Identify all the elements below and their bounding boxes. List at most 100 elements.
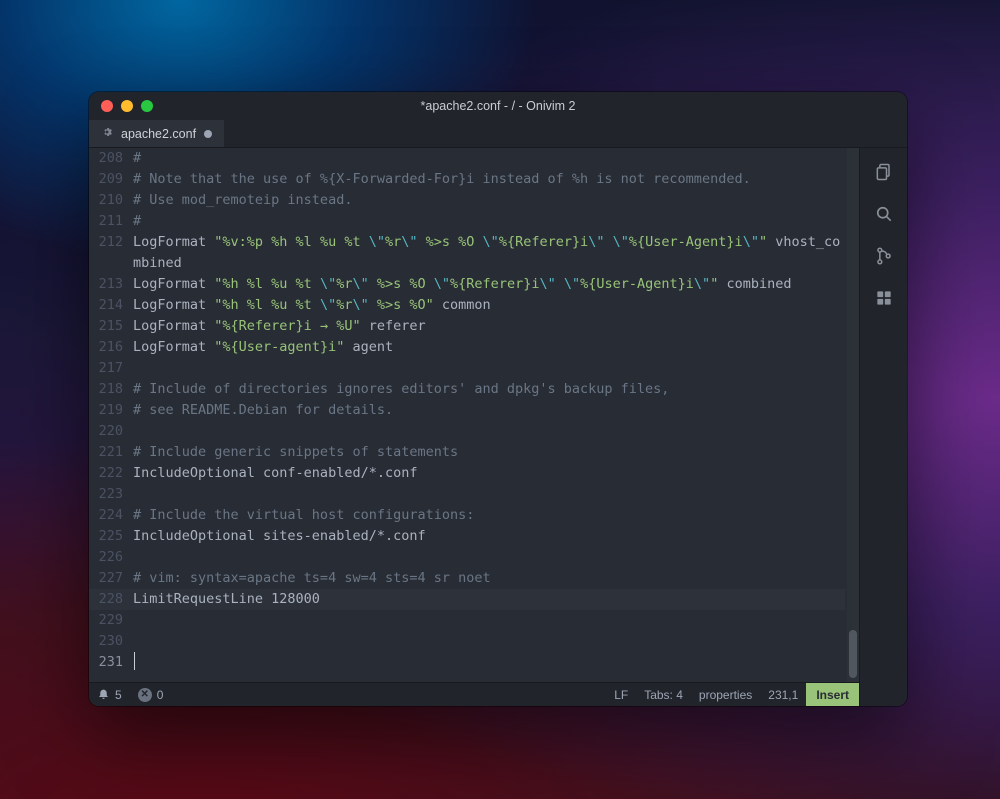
notification-count: 5 [115,688,122,702]
line-number: 227 [89,568,133,589]
line-number: 211 [89,211,133,232]
line-number: 215 [89,316,133,337]
code-line[interactable]: 227# vim: syntax=apache ts=4 sw=4 sts=4 … [89,568,845,589]
code-line[interactable]: 230 [89,631,845,652]
minimize-window-button[interactable] [121,100,133,112]
editor-pane: 208#209# Note that the use of %{X-Forwar… [89,148,859,706]
code-line[interactable]: 215LogFormat "%{Referer}i → %U" referer [89,316,845,337]
status-errors[interactable]: ✕ 0 [130,683,172,706]
code-line[interactable]: 218# Include of directories ignores edit… [89,379,845,400]
line-number: 230 [89,631,133,652]
extensions-icon[interactable] [874,288,894,308]
line-text: # Use mod_remoteip instead. [133,190,845,211]
gear-icon [101,126,113,141]
code-line[interactable]: 222IncludeOptional conf-enabled/*.conf [89,463,845,484]
code-line[interactable]: 209# Note that the use of %{X-Forwarded-… [89,169,845,190]
line-text: LimitRequestLine 128000 [133,589,845,610]
code-line[interactable]: 228LimitRequestLine 128000 [89,589,845,610]
code-line[interactable]: 212LogFormat "%v:%p %h %l %u %t \"%r\" %… [89,232,845,274]
scrollbar-thumb[interactable] [849,630,857,678]
error-count: 0 [157,688,164,702]
code-line[interactable]: 214LogFormat "%h %l %u %t \"%r\" %>s %O"… [89,295,845,316]
line-text [133,358,845,379]
line-text: LogFormat "%v:%p %h %l %u %t \"%r\" %>s … [133,232,845,274]
editor-window: *apache2.conf - / - Onivim 2 apache2.con… [89,92,907,706]
line-text [133,610,845,631]
scm-icon[interactable] [874,246,894,266]
line-text: LogFormat "%h %l %u %t \"%r\" %>s %O \"%… [133,274,845,295]
line-number: 229 [89,610,133,631]
bell-icon [97,688,110,701]
line-text: # Include generic snippets of statements [133,442,845,463]
editor-area[interactable]: 208#209# Note that the use of %{X-Forwar… [89,148,859,682]
status-tabs[interactable]: Tabs: 4 [636,683,691,706]
line-text: LogFormat "%{User-agent}i" agent [133,337,845,358]
window-body: 208#209# Note that the use of %{X-Forwar… [89,148,907,706]
line-number: 220 [89,421,133,442]
line-number: 224 [89,505,133,526]
line-text: # see README.Debian for details. [133,400,845,421]
line-number: 212 [89,232,133,253]
error-icon: ✕ [138,688,152,702]
tab-apache2-conf[interactable]: apache2.conf [89,120,224,147]
line-number: 219 [89,400,133,421]
line-number: 223 [89,484,133,505]
tab-dirty-dot-icon [204,130,212,138]
line-text: # Include the virtual host configuration… [133,505,845,526]
line-text: # Include of directories ignores editors… [133,379,845,400]
status-lang[interactable]: properties [691,683,760,706]
status-notifications[interactable]: 5 [89,683,130,706]
vertical-scrollbar[interactable] [847,148,859,682]
code-line[interactable]: 210# Use mod_remoteip instead. [89,190,845,211]
status-mode[interactable]: Insert [806,683,859,706]
line-number: 226 [89,547,133,568]
line-text: # Note that the use of %{X-Forwarded-For… [133,169,845,190]
traffic-lights [101,100,153,112]
line-text: # vim: syntax=apache ts=4 sw=4 sts=4 sr … [133,568,845,589]
search-icon[interactable] [874,204,894,224]
status-pos[interactable]: 231,1 [760,683,806,706]
code-line[interactable]: 223 [89,484,845,505]
code-line[interactable]: 226 [89,547,845,568]
line-text [133,652,845,673]
line-text: # [133,148,845,169]
code-line[interactable]: 216LogFormat "%{User-agent}i" agent [89,337,845,358]
code-line[interactable]: 225IncludeOptional sites-enabled/*.conf [89,526,845,547]
line-number: 218 [89,379,133,400]
line-text: LogFormat "%{Referer}i → %U" referer [133,316,845,337]
line-number: 231 [89,652,133,673]
zoom-window-button[interactable] [141,100,153,112]
line-number: 221 [89,442,133,463]
code-line[interactable]: 231 [89,652,845,673]
code-line[interactable]: 211# [89,211,845,232]
titlebar[interactable]: *apache2.conf - / - Onivim 2 [89,92,907,120]
code-line[interactable]: 224# Include the virtual host configurat… [89,505,845,526]
line-number: 222 [89,463,133,484]
code-line[interactable]: 213LogFormat "%h %l %u %t \"%r\" %>s %O … [89,274,845,295]
code-line[interactable]: 217 [89,358,845,379]
code-line[interactable]: 208# [89,148,845,169]
close-window-button[interactable] [101,100,113,112]
line-text: # [133,211,845,232]
window-title: *apache2.conf - / - Onivim 2 [89,99,907,113]
tab-filename: apache2.conf [121,127,196,141]
line-number: 214 [89,295,133,316]
tab-bar: apache2.conf [89,120,907,148]
code-line[interactable]: 229 [89,610,845,631]
activity-bar [859,148,907,706]
line-number: 217 [89,358,133,379]
files-icon[interactable] [874,162,894,182]
code-line[interactable]: 220 [89,421,845,442]
line-number: 210 [89,190,133,211]
line-number: 208 [89,148,133,169]
line-number: 216 [89,337,133,358]
status-bar: 5 ✕ 0 LF Tabs: 4 properties 231,1 Insert [89,682,859,706]
code-line[interactable]: 219# see README.Debian for details. [89,400,845,421]
line-text: LogFormat "%h %l %u %t \"%r\" %>s %O" co… [133,295,845,316]
line-text [133,421,845,442]
line-text: IncludeOptional conf-enabled/*.conf [133,463,845,484]
code-line[interactable]: 221# Include generic snippets of stateme… [89,442,845,463]
status-eol[interactable]: LF [606,683,636,706]
line-text [133,547,845,568]
line-text [133,484,845,505]
